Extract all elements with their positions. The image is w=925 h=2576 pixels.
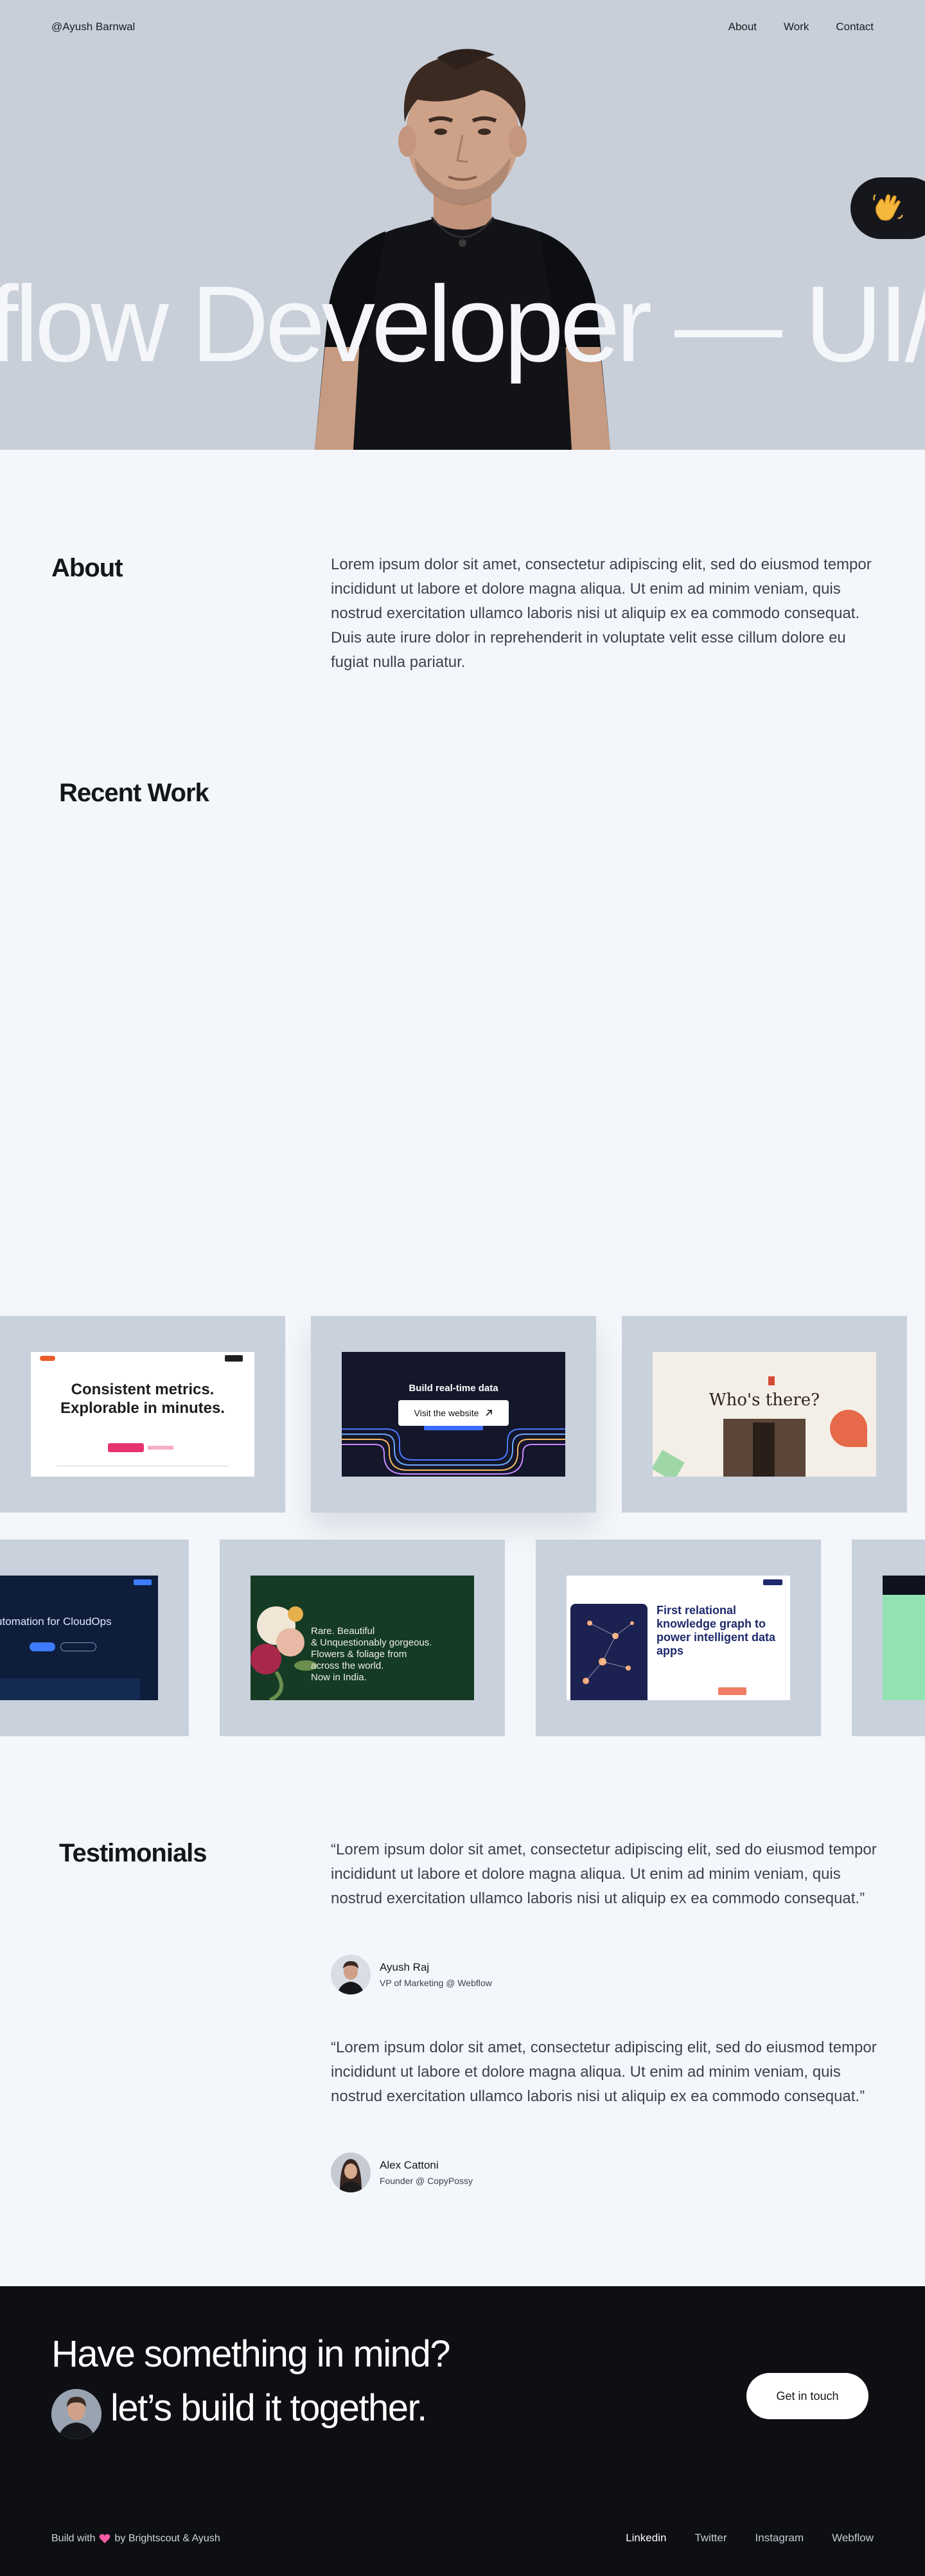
work-card-flowers[interactable]: Rare. Beautiful & Unquestionably gorgeou… [220,1540,505,1736]
testimonial-role: Founder @ CopyPossy [380,2176,473,2186]
hero-portrait [315,49,610,450]
recent-work-heading: Recent Work [59,779,209,807]
nav-link-work[interactable]: Work [784,21,809,33]
top-nav: @Ayush Barnwal About Work Contact [51,18,874,36]
visit-website-button[interactable]: Visit the website [398,1400,509,1426]
flowers-line-3: Flowers & foliage from [311,1649,407,1660]
footer-links: Linkedin Twitter Instagram Webflow [626,2532,874,2545]
footer-credit: Build with by Brightscout & Ayush [51,2533,220,2545]
metrics-headline-2: Explorable in minutes. [60,1399,225,1417]
testimonial-quote-1: “Lorem ipsum dolor sit amet, consectetur… [331,1841,877,1907]
work-thumb-metrics: Consistent metrics. Explorable in minute… [31,1352,254,1477]
cloudops-headline: e automation for CloudOps [0,1615,112,1628]
work-thumb-cloudops: e automation for CloudOps [0,1576,158,1700]
work-card-partial[interactable] [852,1540,925,1736]
about-heading: About [51,554,123,582]
work-card-knowledge-graph[interactable]: First relational knowledge graph to powe… [536,1540,821,1736]
work-thumb-flowers: Rare. Beautiful & Unquestionably gorgeou… [251,1576,474,1700]
heart-icon [100,2534,110,2543]
work-card-metrics[interactable]: Consistent metrics. Explorable in minute… [0,1316,285,1513]
about-body: Lorem ipsum dolor sit amet, consectetur … [331,556,872,671]
testimonial-name: Alex Cattoni [380,2159,439,2171]
nav-link-about[interactable]: About [728,21,757,33]
metrics-headline-1: Consistent metrics. [71,1381,215,1398]
nav-link-contact[interactable]: Contact [836,21,874,33]
testimonial-role: VP of Marketing @ Webflow [380,1978,492,1988]
page: @Ayush Barnwal About Work Contact flow D… [0,0,925,2576]
work-card-cloudops[interactable]: e automation for CloudOps [0,1540,189,1736]
flowers-line-5: Now in India. [311,1672,367,1683]
flowers-line-1: Rare. Beautiful [311,1626,375,1637]
wave-pill[interactable] [850,177,925,239]
footer-link-linkedin[interactable]: Linkedin [626,2532,666,2545]
credit-suffix: by Brightscout & Ayush [114,2533,220,2544]
knowledge-graph-headline: First relational knowledge graph to powe… [656,1604,776,1657]
testimonial-name: Ayush Raj [380,1961,430,1973]
brand-link[interactable]: @Ayush Barnwal [51,21,135,33]
work-thumb-partial [883,1576,925,1700]
flowers-line-4: across the world. [311,1660,384,1671]
work-card-whos-there[interactable]: Who's there? [622,1316,907,1513]
cta-line-2: let’s build it together. [110,2387,427,2429]
credit-prefix: Build with [51,2533,96,2544]
realtime-headline: Build real-time data [409,1383,498,1394]
work-thumb-realtime: Build real-time data Visit the website [342,1352,565,1477]
whos-there-headline: Who's there? [709,1390,820,1410]
work-thumb-whos-there: Who's there? [653,1352,876,1477]
visit-website-label: Visit the website [414,1408,479,1418]
cta-avatar [51,2389,101,2439]
get-in-touch-button[interactable]: Get in touch [746,2373,868,2419]
avatar [331,2153,371,2192]
hero-section: @Ayush Barnwal About Work Contact flow D… [0,0,925,450]
cta-line-1: Have something in mind? [51,2333,450,2375]
testimonial-author-1: Ayush Raj VP of Marketing @ Webflow [331,1955,492,1994]
arrow-up-right-icon [486,1410,493,1416]
avatar [331,1955,371,1994]
hero-title: flow Developer — UI/U [0,263,925,384]
testimonial-quote-2: “Lorem ipsum dolor sit amet, consectetur… [331,2039,877,2105]
testimonials-heading: Testimonials [59,1839,207,1867]
nav-links: About Work Contact [728,21,874,33]
work-card-realtime[interactable]: Build real-time data Visit the website [311,1316,596,1513]
footer-link-twitter[interactable]: Twitter [694,2532,727,2545]
footer-link-webflow[interactable]: Webflow [832,2532,874,2545]
footer: Have something in mind? let’s build it t… [0,2286,925,2576]
flowers-line-2: & Unquestionably gorgeous. [311,1637,432,1648]
waving-hand-icon [873,194,903,221]
footer-link-instagram[interactable]: Instagram [755,2532,804,2545]
work-thumb-knowledge-graph: First relational knowledge graph to powe… [567,1576,790,1700]
testimonial-author-2: Alex Cattoni Founder @ CopyPossy [331,2153,473,2192]
